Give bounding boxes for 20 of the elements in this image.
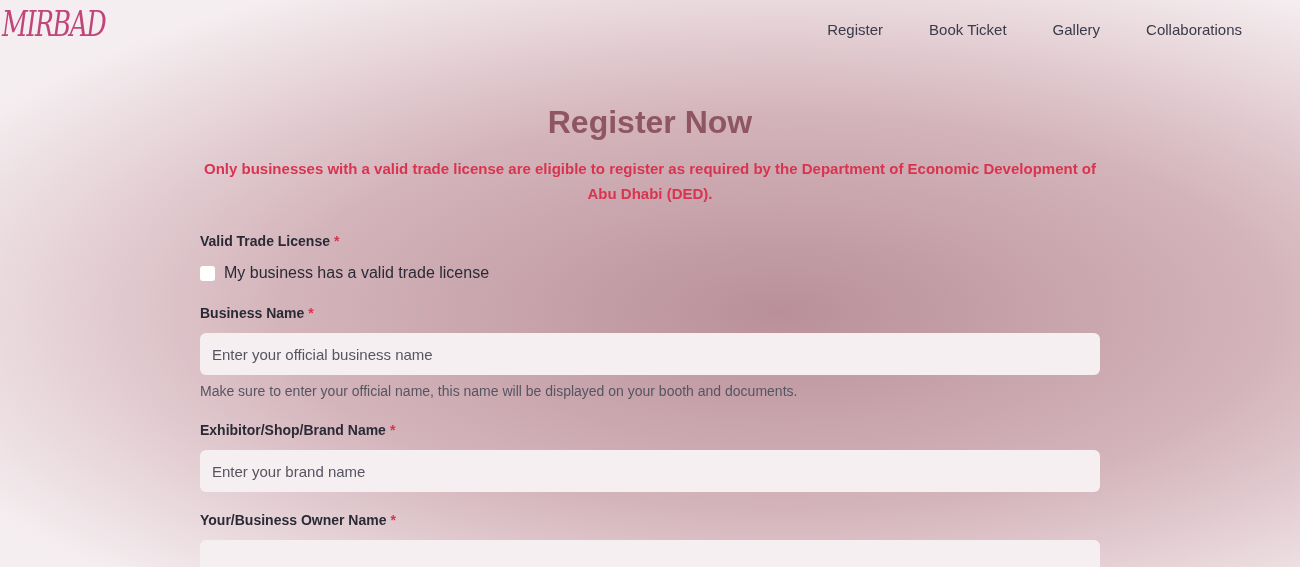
required-mark: * — [390, 511, 396, 530]
required-mark: * — [308, 304, 314, 323]
checkbox-label: My business has a valid trade license — [224, 263, 490, 283]
text-input[interactable]: Enter your brand name — [200, 450, 1100, 492]
field-label: Business Name — [200, 304, 305, 323]
field-label: Your/Business Owner Name — [200, 511, 387, 530]
nav-link[interactable]: Book Ticket — [929, 19, 1007, 42]
required-mark: * — [333, 232, 340, 251]
checkbox[interactable] — [200, 265, 215, 281]
nav-link[interactable]: Gallery — [1052, 19, 1101, 42]
logo[interactable]: MIRBAD — [2, 0, 106, 48]
field-label: Exhibitor/Shop/Brand Name — [200, 421, 386, 440]
field-label: Valid Trade License — [200, 232, 330, 251]
nav-link[interactable]: Register — [827, 19, 884, 42]
page-title: Register Now — [546, 103, 754, 142]
nav-link[interactable]: Collaborations — [1146, 19, 1242, 42]
help-text: Make sure to enter your official name, this name will be displayed on your booth and documents. — [200, 382, 799, 401]
eligibility-notice: Only businesses with a valid trade license are eligible to register as required by the Department of Economic Development of Abu Dhabi (DED). — [203, 159, 1097, 204]
text-input[interactable]: Enter your official business name — [200, 333, 1100, 375]
required-mark: * — [389, 421, 396, 440]
